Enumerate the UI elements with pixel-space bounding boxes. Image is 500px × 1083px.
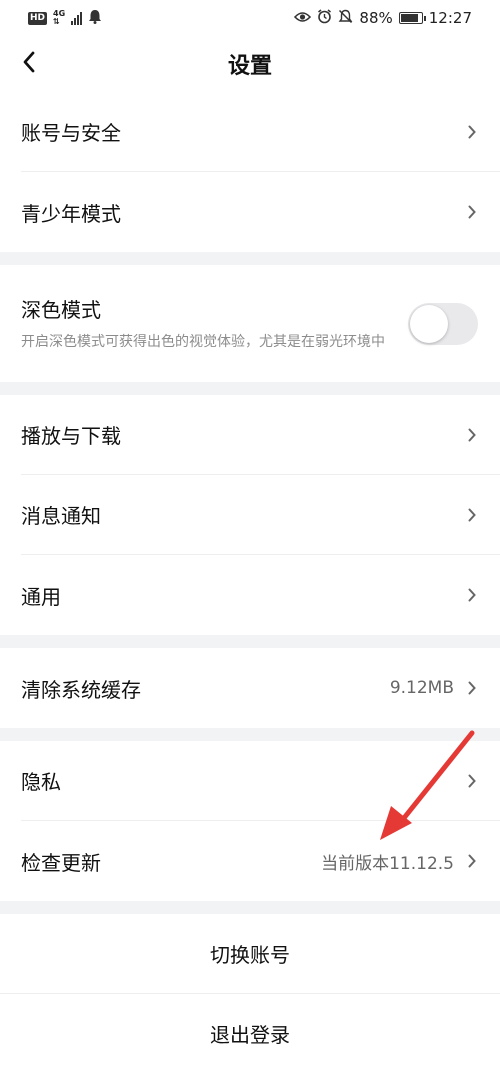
cache-size-value: 9.12MB — [389, 678, 454, 698]
chevron-right-icon — [468, 588, 476, 602]
current-version-value: 当前版本11.12.5 — [321, 853, 454, 874]
section-divider — [0, 382, 500, 395]
chevron-right-icon — [468, 508, 476, 522]
back-button[interactable] — [14, 36, 44, 92]
battery-icon — [398, 12, 426, 24]
account-group: 账号与安全 青少年模式 — [0, 92, 500, 252]
chevron-right-icon — [468, 428, 476, 442]
chevron-right-icon — [468, 774, 476, 788]
settings-item-label: 青少年模式 — [21, 201, 121, 226]
clock-time: 12:27 — [428, 9, 472, 27]
general-group: 播放与下载 消息通知 通用 — [0, 395, 500, 635]
settings-item-account-security[interactable]: 账号与安全 — [21, 92, 500, 172]
notification-bell-icon — [88, 9, 102, 28]
settings-item-privacy[interactable]: 隐私 — [21, 741, 500, 821]
hd-badge: HD — [28, 11, 48, 25]
settings-item-label: 隐私 — [21, 770, 61, 794]
dark-mode-title: 深色模式 — [21, 298, 101, 322]
eye-icon — [294, 9, 312, 27]
settings-item-label: 消息通知 — [21, 504, 101, 528]
section-divider — [0, 728, 500, 741]
toggle-knob — [410, 304, 448, 343]
section-divider — [0, 252, 500, 265]
page-title: 设置 — [227, 54, 272, 79]
section-divider — [0, 635, 500, 648]
navigation-bar: 设置 — [0, 36, 500, 92]
settings-item-dark-mode: 深色模式 开启深色模式可获得出色的视觉体验，尤其是在弱光环境中 — [21, 265, 500, 382]
settings-item-label: 账号与安全 — [21, 121, 121, 145]
network-indicator: 4G ⇅ — [53, 10, 65, 26]
section-divider — [0, 901, 500, 914]
battery-percent: 88% — [359, 9, 393, 27]
switch-account-button[interactable]: 切换账号 — [0, 914, 500, 993]
misc-group: 隐私 检查更新 当前版本11.12.5 — [0, 741, 500, 901]
settings-item-playback-download[interactable]: 播放与下载 — [21, 395, 500, 475]
chevron-right-icon — [468, 854, 476, 868]
settings-item-notifications[interactable]: 消息通知 — [21, 475, 500, 555]
alarm-icon — [317, 8, 332, 28]
settings-item-label: 检查更新 — [21, 850, 101, 875]
dark-mode-description: 开启深色模式可获得出色的视觉体验，尤其是在弱光环境中 — [21, 334, 385, 350]
chevron-right-icon — [468, 681, 476, 695]
settings-item-label: 通用 — [21, 584, 61, 609]
chevron-right-icon — [468, 125, 476, 139]
settings-item-clear-cache[interactable]: 清除系统缓存 9.12MB — [21, 648, 500, 728]
status-bar: HD 4G ⇅ 88% 12:27 — [0, 0, 500, 36]
settings-item-general[interactable]: 通用 — [21, 555, 500, 635]
signal-icon — [71, 11, 83, 25]
logout-button[interactable]: 退出登录 — [0, 994, 500, 1073]
settings-item-label: 清除系统缓存 — [21, 677, 141, 702]
chevron-right-icon — [468, 205, 476, 219]
mute-bell-icon — [338, 9, 353, 28]
settings-item-label: 播放与下载 — [21, 424, 121, 448]
network-activity: ⇅ — [53, 17, 60, 26]
settings-item-teen-mode[interactable]: 青少年模式 — [21, 172, 500, 252]
chevron-left-icon — [22, 51, 36, 77]
status-right: 88% 12:27 — [294, 8, 472, 28]
dark-mode-toggle[interactable] — [408, 302, 478, 345]
status-left: HD 4G ⇅ — [28, 9, 102, 28]
settings-item-check-update[interactable]: 检查更新 当前版本11.12.5 — [21, 821, 500, 901]
